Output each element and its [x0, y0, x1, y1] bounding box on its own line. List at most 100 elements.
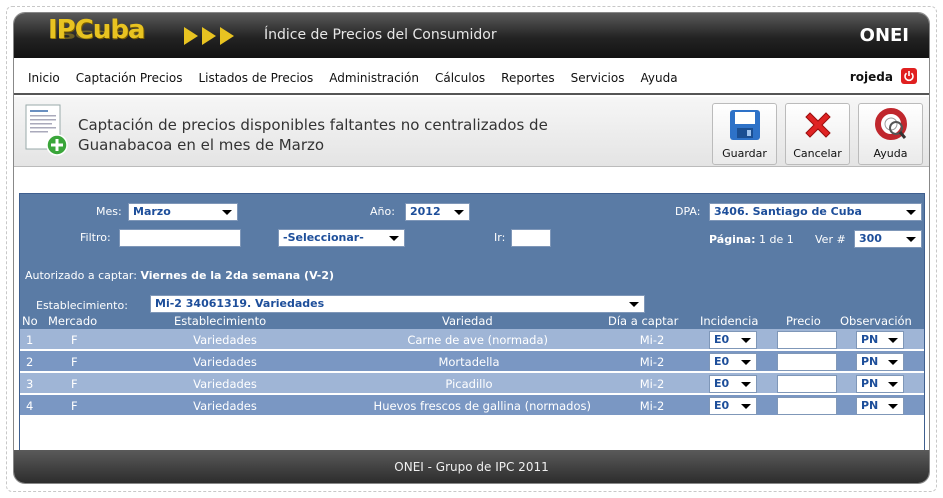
filtro-input[interactable]: [119, 229, 241, 247]
help-lifebuoy-icon: [875, 108, 907, 140]
row-mercado: F: [71, 377, 78, 391]
ipcuba-logo-reflection: IPCuba: [48, 27, 145, 42]
chevron-down-icon: [741, 338, 751, 343]
precio-input[interactable]: [777, 331, 837, 349]
incidencia-select[interactable]: E0: [709, 353, 757, 371]
observacion-value: PN: [861, 355, 879, 368]
ver-select[interactable]: 300: [854, 230, 922, 248]
table-header: No Mercado Establecimiento Variedad Día …: [19, 313, 925, 329]
pagination-info: Página: 1 de 1: [709, 233, 794, 246]
chevron-down-icon: [222, 210, 232, 215]
save-button[interactable]: Guardar: [712, 103, 777, 165]
chevron-down-icon: [888, 360, 898, 365]
row-establecimiento: Variedades: [193, 355, 257, 369]
incidencia-value: E0: [714, 333, 730, 346]
precio-input[interactable]: [777, 353, 837, 371]
table-row: 1 F Variedades Carne de ave (normada) Mi…: [19, 329, 925, 351]
anio-label: Año:: [370, 205, 395, 218]
row-mercado: F: [71, 399, 78, 413]
dpa-select[interactable]: 3406. Santiago de Cuba: [709, 203, 922, 221]
menu-item-reportes[interactable]: Reportes: [501, 71, 554, 85]
incidencia-value: E0: [714, 399, 730, 412]
menu-list: Inicio Captación Precios Listados de Pre…: [28, 71, 694, 85]
pagina-text: 1 de 1: [759, 233, 794, 246]
establecimiento-label: Establecimiento:: [36, 299, 128, 312]
chevron-down-icon: [741, 404, 751, 409]
help-button[interactable]: Ayuda: [858, 103, 923, 165]
ver-label: Ver #: [815, 233, 846, 246]
main-menu: Inicio Captación Precios Listados de Pre…: [14, 58, 929, 95]
row-mercado: F: [71, 333, 78, 347]
header-no: No: [22, 314, 38, 328]
header-establecimiento: Establecimiento: [174, 314, 267, 328]
precio-input[interactable]: [777, 375, 837, 393]
menu-item-administracion[interactable]: Administración: [329, 71, 419, 85]
header-variedad: Variedad: [442, 314, 493, 328]
incidencia-select[interactable]: E0: [709, 375, 757, 393]
menu-item-inicio[interactable]: Inicio: [28, 71, 60, 85]
document-add-icon: [25, 104, 68, 156]
establecimiento-select[interactable]: Mi-2 34061319. Variedades: [150, 295, 645, 313]
filter-panel: Mes: Marzo Año: 2012 DPA: 3406. Santiago…: [19, 193, 925, 313]
observacion-value: PN: [861, 377, 879, 390]
row-mercado: F: [71, 355, 78, 369]
menu-item-servicios[interactable]: Servicios: [571, 71, 625, 85]
mes-select[interactable]: Marzo: [128, 203, 238, 221]
menu-item-ayuda[interactable]: Ayuda: [641, 71, 678, 85]
observacion-select[interactable]: PN: [856, 353, 904, 371]
row-dia: Mi-2: [639, 377, 665, 391]
mes-label: Mes:: [96, 205, 122, 218]
incidencia-select[interactable]: E0: [709, 331, 757, 349]
mes-select-value: Marzo: [133, 205, 171, 218]
precio-input[interactable]: [777, 397, 837, 415]
chevron-down-icon: [888, 404, 898, 409]
chevron-down-icon: [906, 210, 916, 215]
ir-label: Ir:: [494, 231, 506, 244]
row-variedad: Mortadella: [438, 355, 500, 369]
dpa-label: DPA:: [675, 205, 701, 218]
incidencia-value: E0: [714, 377, 730, 390]
chevron-down-icon: [389, 236, 399, 241]
row-establecimiento: Variedades: [193, 399, 257, 413]
row-establecimiento: Variedades: [193, 377, 257, 391]
menu-item-listados-de-precios[interactable]: Listados de Precios: [198, 71, 313, 85]
anio-select-value: 2012: [410, 205, 441, 218]
save-label: Guardar: [722, 147, 767, 160]
row-variedad: Picadillo: [445, 377, 493, 391]
chevron-down-icon: [906, 237, 916, 242]
dpa-select-value: 3406. Santiago de Cuba: [714, 205, 862, 218]
header-precio: Precio: [786, 314, 821, 328]
ir-input[interactable]: [511, 229, 551, 247]
observacion-select[interactable]: PN: [856, 375, 904, 393]
onei-logo: ONEI: [859, 25, 909, 46]
app-frame: IPCuba IPCuba Índice de Precios del Cons…: [13, 12, 930, 484]
row-no: 1: [26, 333, 34, 347]
establecimiento-select-value: Mi-2 34061319. Variedades: [155, 297, 325, 310]
observacion-select[interactable]: PN: [856, 397, 904, 415]
floppy-disk-icon: [730, 110, 760, 140]
logout-power-icon[interactable]: [901, 68, 917, 84]
cancel-button[interactable]: Cancelar: [785, 103, 850, 165]
table-row: 4 F Variedades Huevos frescos de gallina…: [19, 395, 925, 417]
app-title: Índice de Precios del Consumidor: [264, 27, 497, 43]
seleccionar-select[interactable]: -Seleccionar-: [278, 229, 405, 247]
menu-item-captacion-precios[interactable]: Captación Precios: [76, 71, 183, 85]
username: rojeda: [849, 70, 893, 84]
top-banner: IPCuba IPCuba Índice de Precios del Cons…: [14, 13, 929, 58]
footer: ONEI - Grupo de IPC 2011: [14, 450, 929, 483]
menu-item-calculos[interactable]: Cálculos: [435, 71, 485, 85]
observacion-value: PN: [861, 399, 879, 412]
observacion-select[interactable]: PN: [856, 331, 904, 349]
autorizado-label: Autorizado a captar:: [25, 269, 137, 282]
chevron-down-icon: [888, 382, 898, 387]
chevron-down-icon: [888, 338, 898, 343]
header-observacion: Observación: [840, 314, 912, 328]
header-mercado: Mercado: [48, 314, 98, 328]
row-no: 4: [26, 399, 34, 413]
incidencia-select[interactable]: E0: [709, 397, 757, 415]
incidencia-value: E0: [714, 355, 730, 368]
filtro-label: Filtro:: [80, 231, 111, 244]
cancel-label: Cancelar: [793, 147, 842, 160]
anio-select[interactable]: 2012: [405, 203, 470, 221]
chevron-down-icon: [741, 360, 751, 365]
